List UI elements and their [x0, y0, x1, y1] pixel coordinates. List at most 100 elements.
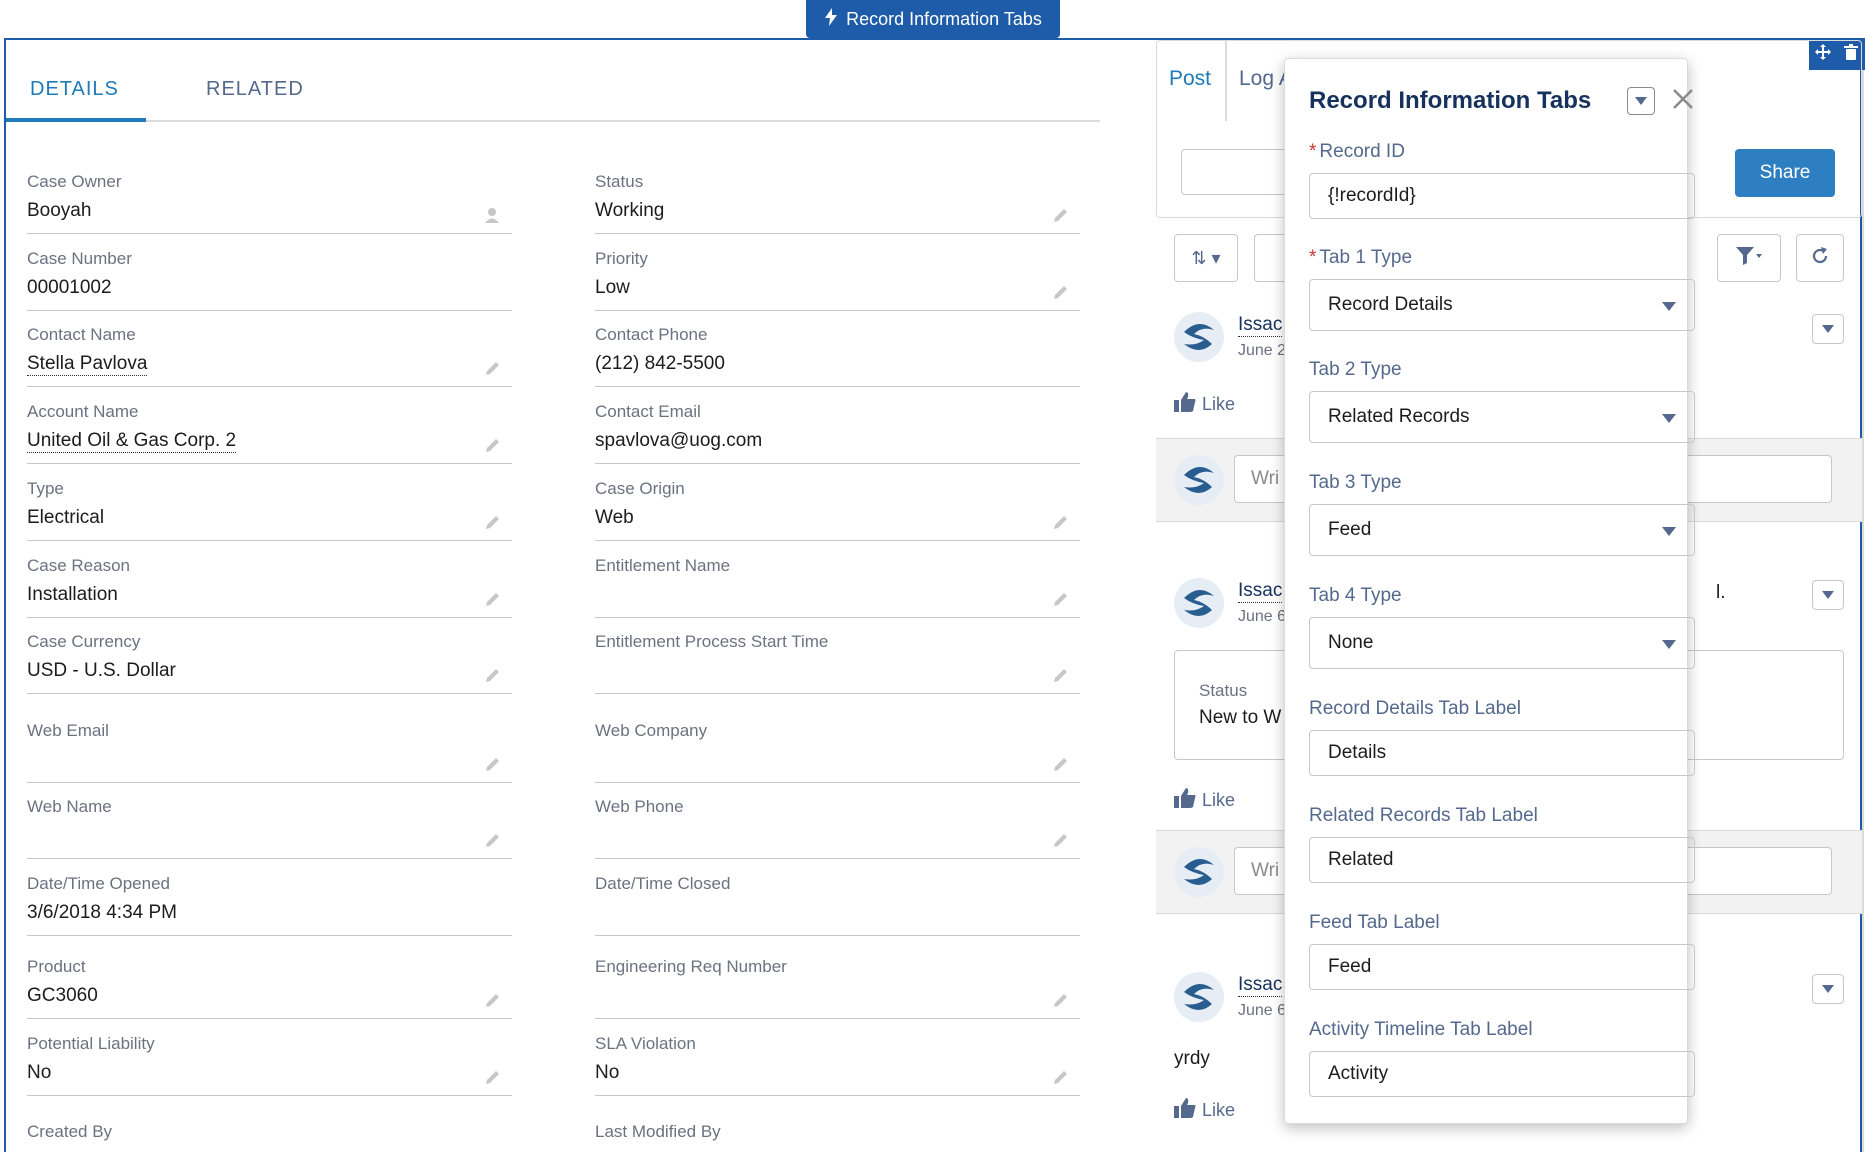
- post-menu-button[interactable]: [1812, 314, 1844, 344]
- field-label: Date/Time Closed: [595, 874, 731, 893]
- thumbs-up-icon: [1174, 1098, 1196, 1123]
- filter-button[interactable]: [1717, 234, 1781, 282]
- field-label: Product: [27, 957, 86, 976]
- record-field: Product GC3060: [27, 957, 512, 1019]
- related-tab-label-input[interactable]: Related: [1309, 837, 1695, 883]
- post-date[interactable]: June 6: [1238, 608, 1286, 626]
- tab-related[interactable]: RELATED: [206, 78, 304, 101]
- record-field: Web Company: [595, 721, 1080, 783]
- publisher-input[interactable]: [1181, 149, 1301, 195]
- edit-pencil-icon[interactable]: [1052, 513, 1070, 531]
- edit-pencil-icon[interactable]: [484, 513, 502, 531]
- post-author[interactable]: Issac: [1238, 314, 1283, 337]
- lightning-app-builder-canvas: Record Information Tabs DETAILS RELATED …: [0, 0, 1865, 1152]
- edit-pencil-icon[interactable]: [1052, 831, 1070, 849]
- edit-pencil-icon[interactable]: [484, 991, 502, 1009]
- edit-pencil-icon[interactable]: [484, 436, 502, 454]
- avatar[interactable]: [1174, 578, 1224, 628]
- close-icon: [1672, 88, 1694, 115]
- feed-tab-label-input[interactable]: Feed: [1309, 944, 1695, 990]
- field-label: Contact Email: [595, 402, 701, 421]
- record-field: Contact Name Stella Pavlova: [27, 325, 512, 387]
- field-value[interactable]: United Oil & Gas Corp. 2: [27, 430, 237, 453]
- edit-pencil-icon[interactable]: [1052, 1068, 1070, 1086]
- tab2-type-select[interactable]: Related Records: [1309, 391, 1695, 443]
- edit-pencil-icon[interactable]: [484, 359, 502, 377]
- record-id-input[interactable]: {!recordId}: [1309, 173, 1695, 219]
- field-label: Type: [27, 479, 64, 498]
- avatar[interactable]: [1174, 972, 1224, 1022]
- field-label: Created By: [27, 1122, 113, 1141]
- field-label: Case Reason: [27, 556, 131, 575]
- like-label: Like: [1202, 790, 1236, 810]
- field-value: 00001002: [27, 277, 112, 298]
- chevron-down-icon: [1822, 586, 1834, 604]
- record-id-label: * Record ID: [1309, 141, 1405, 162]
- status-label: Status: [1199, 681, 1248, 700]
- tab3-type-select[interactable]: Feed: [1309, 504, 1695, 556]
- share-button[interactable]: Share: [1735, 149, 1835, 197]
- avatar: [1174, 847, 1224, 897]
- field-value[interactable]: Stella Pavlova: [27, 353, 148, 376]
- edit-pencil-icon[interactable]: [1052, 991, 1070, 1009]
- field-value: Low: [595, 277, 630, 298]
- field-label: Web Company: [595, 721, 708, 740]
- field-value: (212) 842-5500: [595, 353, 725, 374]
- field-label: SLA Violation: [595, 1034, 696, 1053]
- tab1-type-select[interactable]: Record Details: [1309, 279, 1695, 331]
- field-value: spavlova@uog.com: [595, 430, 763, 451]
- edit-pencil-icon[interactable]: [1052, 283, 1070, 301]
- record-tabs: DETAILS RELATED: [6, 62, 1100, 122]
- edit-pencil-icon[interactable]: [484, 1068, 502, 1086]
- field-label: Case Number: [27, 249, 132, 268]
- lightning-bolt-icon: [824, 7, 838, 31]
- edit-pencil-icon[interactable]: [484, 755, 502, 773]
- record-field: Case Reason Installation: [27, 556, 512, 618]
- tab-details[interactable]: DETAILS: [30, 78, 119, 101]
- edit-pencil-icon[interactable]: [1052, 755, 1070, 773]
- close-button[interactable]: [1669, 87, 1697, 115]
- post-author[interactable]: Issac: [1238, 974, 1283, 997]
- avatar[interactable]: [1174, 312, 1224, 362]
- post-menu-button[interactable]: [1812, 580, 1844, 610]
- details-tab-label-input[interactable]: Details: [1309, 730, 1695, 776]
- edit-pencil-icon[interactable]: [1052, 590, 1070, 608]
- change-owner-icon[interactable]: [484, 206, 502, 224]
- record-field: Web Name: [27, 797, 512, 859]
- record-field: Entitlement Name: [595, 556, 1080, 618]
- chevron-down-icon: [1662, 302, 1676, 311]
- tab-post[interactable]: Post: [1169, 67, 1211, 91]
- like-label: Like: [1202, 1100, 1236, 1120]
- edit-pencil-icon[interactable]: [1052, 206, 1070, 224]
- edit-pencil-icon[interactable]: [484, 831, 502, 849]
- field-value: Web: [595, 507, 634, 528]
- post-author[interactable]: Issac: [1238, 580, 1283, 603]
- activity-tab-label-input[interactable]: Activity: [1309, 1051, 1695, 1097]
- avatar: [1174, 455, 1224, 505]
- field-label: Web Email: [27, 721, 109, 740]
- like-button[interactable]: Like: [1174, 788, 1235, 813]
- field-value: Installation: [27, 584, 118, 605]
- post-menu-button[interactable]: [1812, 974, 1844, 1004]
- post-date[interactable]: June 2: [1238, 342, 1286, 360]
- tab4-type-select[interactable]: None: [1309, 617, 1695, 669]
- component-properties-popover: Record Information Tabs * Record ID {!rec…: [1284, 58, 1695, 1124]
- record-field: Date/Time Opened 3/6/2018 4:34 PM: [27, 874, 512, 936]
- like-button[interactable]: Like: [1174, 392, 1235, 417]
- popover-menu-button[interactable]: [1627, 87, 1655, 115]
- record-field: Priority Low: [595, 249, 1080, 311]
- post-date[interactable]: June 6: [1238, 1002, 1286, 1020]
- like-button[interactable]: Like: [1174, 1098, 1235, 1123]
- refresh-button[interactable]: [1796, 234, 1844, 282]
- tab3-type-label: Tab 3 Type: [1309, 472, 1402, 493]
- post-text-fragment: l.: [1716, 582, 1726, 603]
- component-badge-label: Record Information Tabs: [846, 8, 1042, 29]
- record-field: Entitlement Process Start Time: [595, 632, 1080, 694]
- sort-button[interactable]: ⇅ ▾: [1174, 234, 1238, 282]
- component-badge[interactable]: Record Information Tabs: [806, 0, 1060, 38]
- edit-pencil-icon[interactable]: [484, 666, 502, 684]
- edit-pencil-icon[interactable]: [1052, 666, 1070, 684]
- field-label: Case Owner: [27, 172, 122, 191]
- required-marker: *: [1309, 247, 1317, 268]
- edit-pencil-icon[interactable]: [484, 590, 502, 608]
